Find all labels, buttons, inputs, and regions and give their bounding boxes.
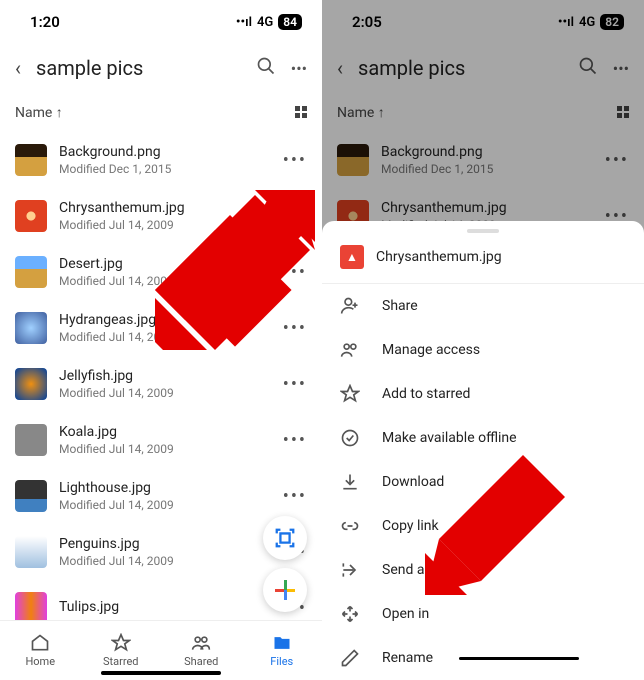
signal-icon: ••ıl	[236, 15, 252, 30]
plus-icon	[275, 580, 295, 600]
sheet-item-offline[interactable]: Make available offline	[322, 416, 644, 460]
file-thumb	[15, 368, 47, 400]
file-date: Modified Dec 1, 2015	[59, 162, 271, 176]
sheet-label: Rename	[382, 650, 433, 666]
file-thumb	[15, 536, 47, 568]
file-name: Background.png	[59, 144, 271, 160]
file-more-icon[interactable]: •••	[283, 150, 307, 171]
scan-fab[interactable]	[263, 516, 307, 560]
file-thumb	[15, 424, 47, 456]
grid-view-icon[interactable]	[295, 106, 307, 118]
sheet-item-manage[interactable]: Manage access	[322, 328, 644, 372]
file-name: Lighthouse.jpg	[59, 480, 271, 496]
tab-label: Home	[25, 655, 55, 668]
person-add-icon	[340, 296, 360, 316]
file-thumb	[15, 144, 47, 176]
back-button[interactable]: ‹	[15, 56, 21, 80]
tab-files[interactable]: Files	[242, 621, 323, 680]
sheet-label: Add to starred	[382, 386, 470, 402]
sheet-label: Share	[382, 298, 418, 314]
tab-label: Files	[270, 655, 293, 668]
action-sheet: ▲ Chrysanthemum.jpg Share Manage access …	[322, 221, 644, 680]
home-indicator	[101, 671, 221, 675]
file-item[interactable]: Jellyfish.jpg Modified Jul 14, 2009 •••	[15, 356, 307, 412]
edit-icon	[340, 648, 360, 668]
tab-home[interactable]: Home	[0, 621, 81, 680]
file-item[interactable]: Background.png Modified Dec 1, 2015 •••	[15, 132, 307, 188]
file-item[interactable]: Lighthouse.jpg Modified Jul 14, 2009 •••	[15, 468, 307, 524]
file-thumb	[15, 256, 47, 288]
image-icon: ▲	[340, 245, 364, 269]
status-bar: 1:20 ••ıl 4G 84	[0, 0, 322, 44]
more-icon[interactable]: •••	[291, 59, 307, 78]
sheet-item-share[interactable]: Share	[322, 284, 644, 328]
tab-label: Starred	[103, 655, 139, 668]
add-fab[interactable]	[263, 568, 307, 612]
sheet-label: Make available offline	[382, 430, 517, 446]
file-more-icon[interactable]: •••	[283, 374, 307, 395]
file-thumb	[15, 312, 47, 344]
nav-bar: ‹ sample pics •••	[0, 44, 322, 92]
send-icon	[340, 560, 360, 580]
sort-button[interactable]: Name ↑	[15, 104, 63, 121]
file-name: Penguins.jpg	[59, 536, 271, 552]
link-icon	[340, 516, 360, 536]
sheet-item-star[interactable]: Add to starred	[322, 372, 644, 416]
sort-bar: Name ↑	[0, 92, 322, 132]
open-icon	[340, 604, 360, 624]
sheet-item-rename[interactable]: Rename	[322, 636, 644, 680]
file-date: Modified Jul 14, 2009	[59, 442, 271, 456]
file-date: Modified Jul 14, 2009	[59, 498, 271, 512]
network-label: 4G	[257, 15, 273, 30]
file-name: Jellyfish.jpg	[59, 368, 271, 384]
file-thumb	[15, 200, 47, 232]
search-icon[interactable]	[256, 56, 276, 80]
file-date: Modified Jul 14, 2009	[59, 386, 271, 400]
battery-badge: 84	[278, 14, 302, 30]
sheet-item-open-in[interactable]: Open in	[322, 592, 644, 636]
star-icon	[340, 384, 360, 404]
nav-title: sample pics	[36, 56, 241, 80]
annotation-arrow	[155, 190, 315, 350]
file-thumb	[15, 480, 47, 512]
redaction-bar	[459, 657, 579, 660]
file-more-icon[interactable]: •••	[283, 430, 307, 451]
file-more-icon[interactable]: •••	[283, 486, 307, 507]
sheet-title: Chrysanthemum.jpg	[376, 249, 502, 265]
download-icon	[340, 472, 360, 492]
file-item[interactable]: Koala.jpg Modified Jul 14, 2009 •••	[15, 412, 307, 468]
sheet-label: Manage access	[382, 342, 480, 358]
file-name: Koala.jpg	[59, 424, 271, 440]
annotation-arrow	[420, 455, 570, 595]
sheet-label: Open in	[382, 606, 429, 622]
file-date: Modified Jul 14, 2009	[59, 554, 271, 568]
sheet-header: ▲ Chrysanthemum.jpg	[322, 233, 644, 284]
tab-label: Shared	[184, 655, 218, 668]
people-icon	[340, 340, 360, 360]
file-name: Tulips.jpg	[59, 599, 271, 615]
status-time: 1:20	[30, 13, 60, 31]
offline-icon	[340, 428, 360, 448]
